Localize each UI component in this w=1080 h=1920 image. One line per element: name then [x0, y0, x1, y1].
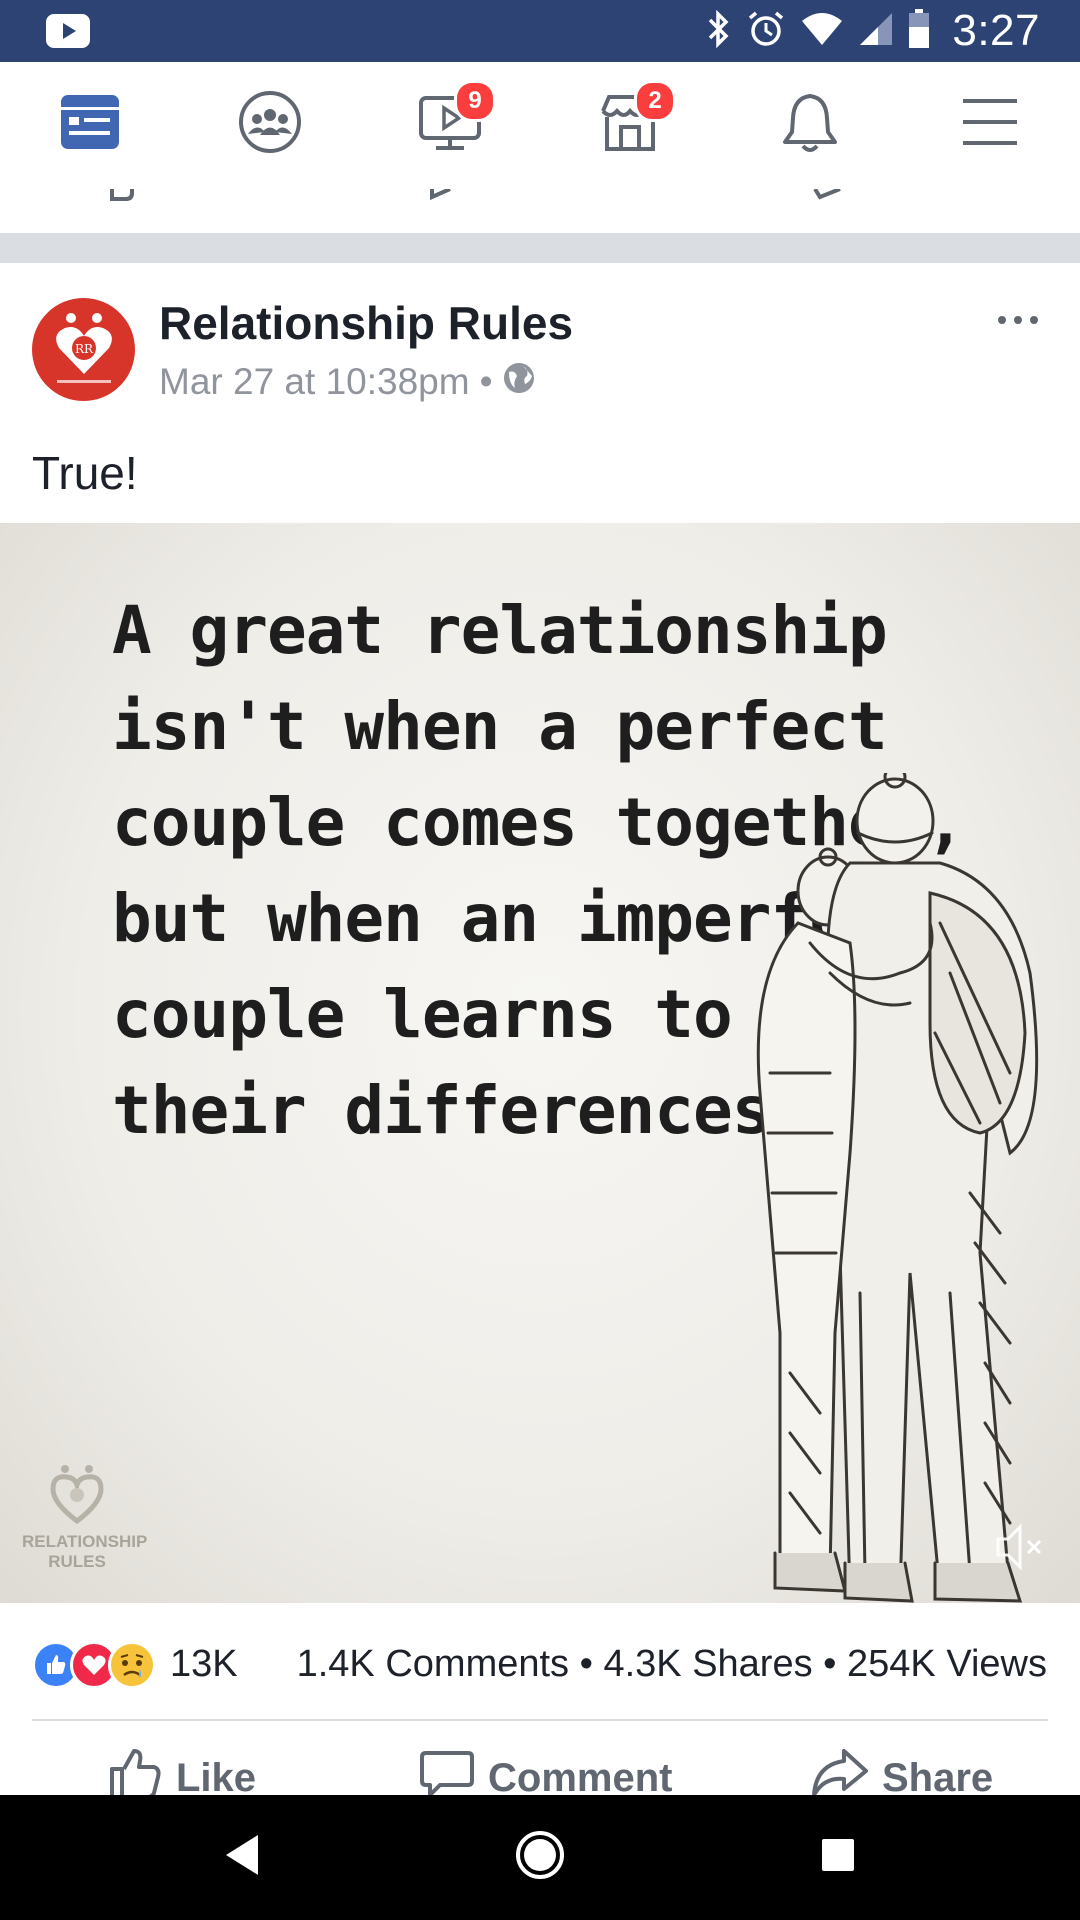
post-meta: Mar 27 at 10:38pm • — [159, 361, 535, 403]
top-navigation: 9 2 — [0, 62, 1080, 191]
wifi-icon — [800, 11, 844, 52]
reaction-icons[interactable] — [32, 1641, 156, 1689]
comment-bubble-icon — [420, 1747, 474, 1795]
news-feed-icon — [59, 93, 121, 156]
marketplace-badge: 2 — [634, 80, 676, 122]
recents-button[interactable] — [778, 1795, 898, 1920]
meta-separator: • — [479, 361, 493, 402]
share-button[interactable]: Share — [812, 1747, 993, 1795]
reaction-count[interactable]: 13K — [170, 1643, 238, 1686]
home-button[interactable] — [480, 1795, 600, 1920]
bell-icon — [780, 90, 840, 159]
image-watermark: RELATIONSHIP RULES — [22, 1463, 148, 1572]
previous-post-actions-peek — [0, 189, 1080, 233]
feed-divider — [0, 233, 1080, 263]
post-image[interactable]: A great relationship isn't when a perfec… — [0, 523, 1080, 1603]
sad-reaction-icon — [108, 1641, 156, 1689]
home-icon — [514, 1829, 566, 1886]
alarm-icon — [746, 9, 786, 54]
recents-icon — [820, 1837, 856, 1878]
tab-marketplace[interactable]: 2 — [590, 80, 676, 164]
tab-notifications[interactable] — [770, 84, 850, 164]
page-avatar[interactable]: RR — [32, 298, 135, 401]
muted-speaker-icon[interactable] — [994, 1521, 1046, 1578]
status-icons: 3:27 — [706, 0, 1040, 62]
engagement-stats[interactable]: 1.4K Comments • 4.3K Shares • 254K Views — [297, 1643, 1047, 1686]
hamburger-menu-icon — [961, 97, 1019, 152]
like-button[interactable]: Like — [108, 1747, 256, 1795]
back-button[interactable] — [182, 1795, 302, 1920]
watch-badge: 9 — [454, 80, 496, 122]
share-label: Share — [882, 1755, 994, 1796]
back-icon — [222, 1833, 262, 1882]
post-actions: Like Comment Share — [0, 1721, 1080, 1795]
signal-icon — [858, 11, 894, 52]
globe-icon — [503, 361, 535, 403]
watermark-line2: RULES — [48, 1552, 106, 1571]
post-header: RR Relationship Rules Mar 27 at 10:38pm … — [0, 263, 1080, 523]
couple-illustration — [680, 765, 1060, 1603]
tab-watch[interactable]: 9 — [410, 80, 496, 164]
share-arrow-icon — [812, 1747, 868, 1795]
post-timestamp[interactable]: Mar 27 at 10:38pm — [159, 361, 470, 403]
comment-button[interactable]: Comment — [420, 1747, 672, 1795]
status-time: 3:27 — [952, 6, 1040, 55]
groups-icon — [238, 90, 302, 159]
post-text: True! — [32, 447, 138, 499]
thumbs-up-icon — [108, 1747, 162, 1795]
svg-text:RR: RR — [74, 342, 93, 356]
tab-groups[interactable] — [230, 84, 310, 164]
youtube-icon — [46, 14, 90, 53]
status-bar: 3:27 — [0, 0, 1080, 62]
android-navigation-bar — [0, 1795, 1080, 1920]
reactions-row: 13K 1.4K Comments • 4.3K Shares • 254K V… — [0, 1603, 1080, 1719]
comment-label: Comment — [488, 1755, 673, 1796]
bluetooth-icon — [706, 9, 732, 54]
more-options-button[interactable] — [996, 303, 1040, 326]
watermark-line1: RELATIONSHIP — [22, 1532, 148, 1551]
like-label: Like — [176, 1755, 257, 1796]
tab-news-feed[interactable] — [50, 84, 130, 164]
tab-menu[interactable] — [950, 84, 1030, 164]
battery-icon — [908, 8, 930, 54]
page-name-link[interactable]: Relationship Rules — [159, 296, 573, 350]
